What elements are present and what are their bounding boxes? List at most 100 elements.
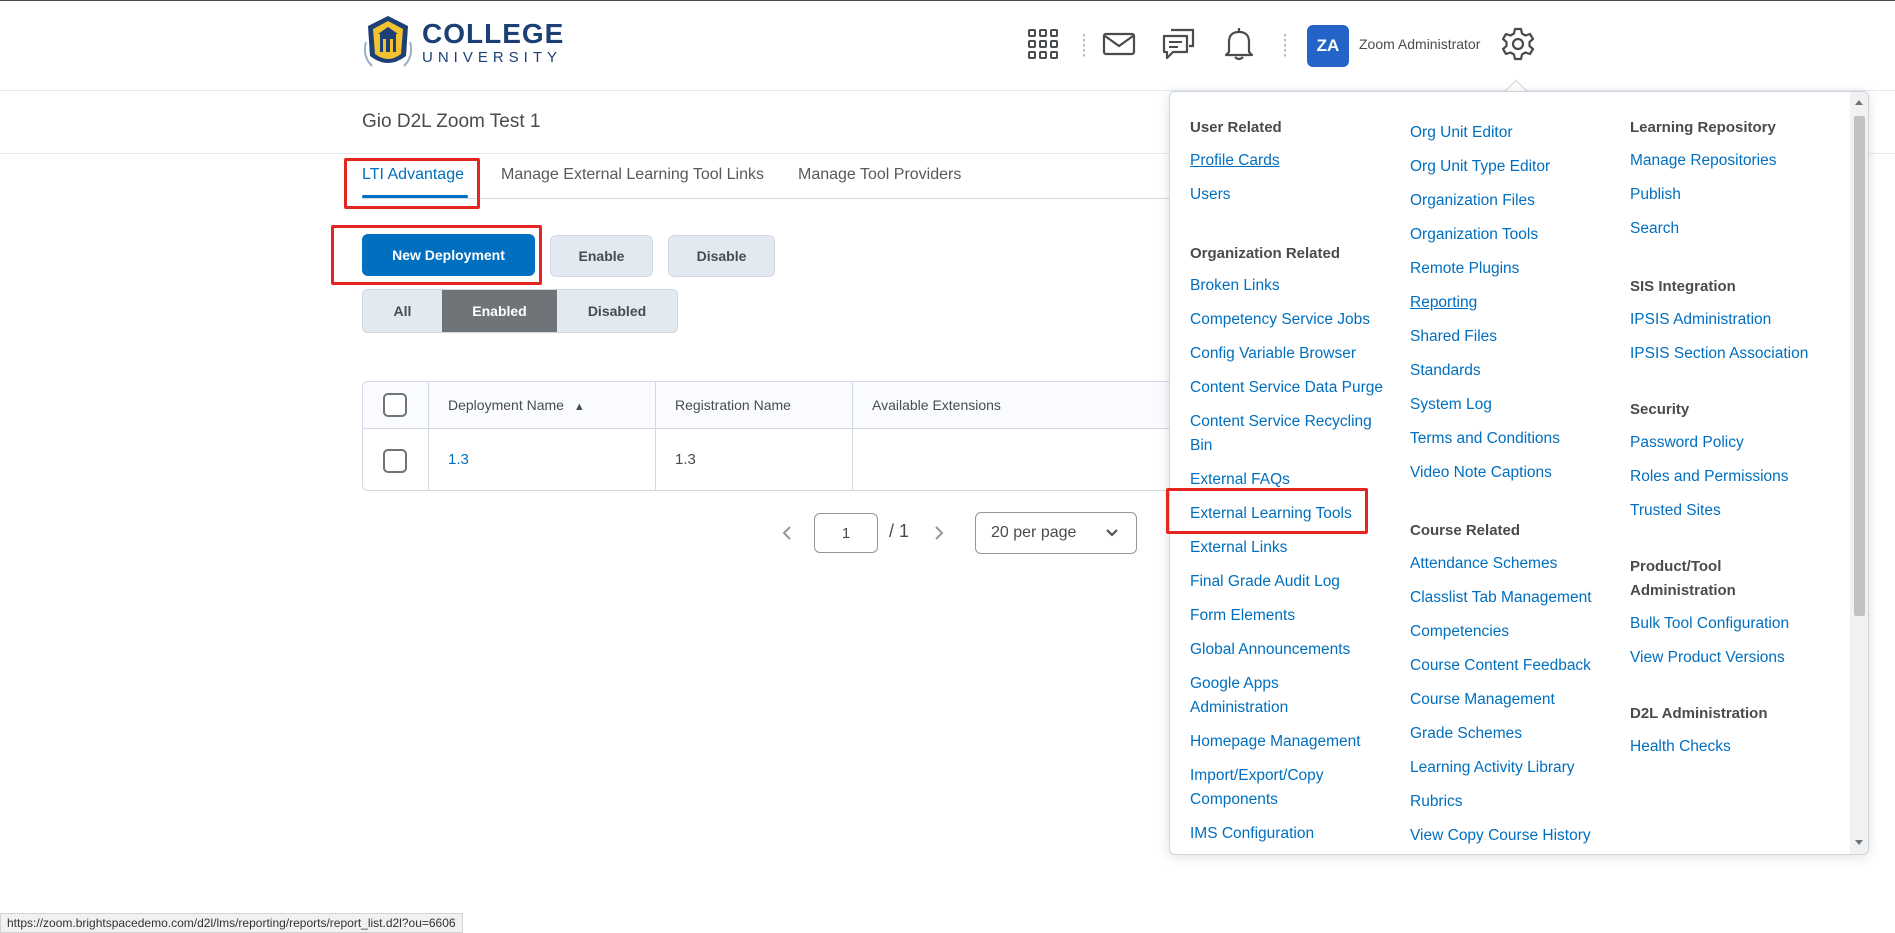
menu-item-publish[interactable]: Publish <box>1630 183 1830 207</box>
user-name[interactable]: Zoom Administrator <box>1359 36 1480 52</box>
filter-enabled[interactable]: Enabled <box>442 290 557 332</box>
sort-ascending-icon: ▲ <box>573 401 585 413</box>
column-header-label: Deployment Name <box>448 397 564 413</box>
menu-item-org-unit-type-editor[interactable]: Org Unit Type Editor <box>1410 155 1610 179</box>
column-separator <box>852 382 853 490</box>
previous-page-icon[interactable] <box>780 524 794 542</box>
menu-item-rubrics[interactable]: Rubrics <box>1410 790 1610 814</box>
menu-heading-sis-integration: SIS Integration <box>1630 278 1736 295</box>
menu-item-external-learning-tools[interactable]: External Learning Tools <box>1190 502 1390 526</box>
menu-item-external-faqs[interactable]: External FAQs <box>1190 468 1390 492</box>
menu-item-shared-files[interactable]: Shared Files <box>1410 325 1610 349</box>
menu-item-organization-tools[interactable]: Organization Tools <box>1410 223 1610 247</box>
menu-item-broken-links[interactable]: Broken Links <box>1190 274 1390 298</box>
deployment-name-link[interactable]: 1.3 <box>448 451 469 468</box>
college-logo[interactable]: COLLEGE UNIVERSITY <box>362 12 564 72</box>
enable-button[interactable]: Enable <box>550 235 653 277</box>
deployments-table: Deployment Name ▲ Registration Name Avai… <box>362 381 1182 491</box>
scroll-thumb[interactable] <box>1854 116 1865 616</box>
menu-item-ims-configuration[interactable]: IMS Configuration <box>1190 822 1390 846</box>
menu-item-remote-plugins[interactable]: Remote Plugins <box>1410 257 1610 281</box>
menu-item-manage-repositories[interactable]: Manage Repositories <box>1630 149 1830 173</box>
next-page-icon[interactable] <box>932 524 946 542</box>
menu-item-bulk-tool-configuration[interactable]: Bulk Tool Configuration <box>1630 612 1830 636</box>
gear-icon[interactable] <box>1500 26 1536 62</box>
menu-item-form-elements[interactable]: Form Elements <box>1190 604 1390 628</box>
menu-item-content-service-data-purge[interactable]: Content Service Data Purge <box>1190 376 1390 400</box>
menu-item-homepage-management[interactable]: Homepage Management <box>1190 730 1390 754</box>
new-deployment-button[interactable]: New Deployment <box>362 234 535 276</box>
menu-item-attendance-schemes[interactable]: Attendance Schemes <box>1410 552 1610 576</box>
admin-tools-dropdown: User Related Profile Cards Users Organiz… <box>1169 91 1869 855</box>
column-separator <box>655 382 656 490</box>
menu-item-global-announcements[interactable]: Global Announcements <box>1190 638 1390 662</box>
page-title: Gio D2L Zoom Test 1 <box>362 111 541 132</box>
menu-item-organization-files[interactable]: Organization Files <box>1410 189 1610 213</box>
menu-item-system-log[interactable]: System Log <box>1410 393 1610 417</box>
column-header-registration-name: Registration Name <box>675 397 791 413</box>
menu-item-video-note-captions[interactable]: Video Note Captions <box>1410 461 1610 485</box>
menu-item-view-product-versions[interactable]: View Product Versions <box>1630 646 1830 670</box>
browser-status-url: https://zoom.brightspacedemo.com/d2l/lms… <box>0 913 463 933</box>
dropdown-scrollbar[interactable] <box>1850 92 1868 854</box>
top-navbar: COLLEGE UNIVERSITY ZA Zoom Administrator <box>0 0 1895 91</box>
logo-line2: UNIVERSITY <box>422 48 563 66</box>
waffle-icon[interactable] <box>1025 26 1061 62</box>
logo-text: COLLEGE UNIVERSITY <box>422 19 564 66</box>
menu-item-config-variable-browser[interactable]: Config Variable Browser <box>1190 342 1390 366</box>
scroll-down-icon[interactable] <box>1855 840 1863 845</box>
menu-item-terms-and-conditions[interactable]: Terms and Conditions <box>1410 427 1610 451</box>
menu-item-trusted-sites[interactable]: Trusted Sites <box>1630 499 1830 523</box>
avatar[interactable]: ZA <box>1307 25 1349 67</box>
menu-item-health-checks[interactable]: Health Checks <box>1630 735 1830 759</box>
page-total: / 1 <box>889 521 910 541</box>
header-separator <box>1083 34 1085 58</box>
menu-item-users[interactable]: Users <box>1190 183 1390 207</box>
page-number-input[interactable] <box>814 513 878 553</box>
menu-item-final-grade-audit-log[interactable]: Final Grade Audit Log <box>1190 570 1390 594</box>
menu-heading-learning-repository: Learning Repository <box>1630 119 1776 136</box>
menu-item-reporting[interactable]: Reporting <box>1410 291 1610 315</box>
menu-item-password-policy[interactable]: Password Policy <box>1630 431 1830 455</box>
menu-item-course-content-feedback[interactable]: Course Content Feedback <box>1410 654 1610 678</box>
tab-lti-advantage[interactable]: LTI Advantage <box>362 166 464 184</box>
row-checkbox[interactable] <box>383 449 407 473</box>
mail-icon[interactable] <box>1101 26 1137 62</box>
per-page-select[interactable]: 20 per page <box>975 512 1137 554</box>
filter-disabled[interactable]: Disabled <box>557 290 677 332</box>
menu-item-learning-activity-library[interactable]: Learning Activity Library <box>1410 756 1610 780</box>
tab-manage-tool-providers[interactable]: Manage Tool Providers <box>798 166 961 184</box>
page-root: COLLEGE UNIVERSITY ZA Zoom Administrator… <box>0 0 1895 933</box>
menu-item-import-export-copy-components[interactable]: Import/Export/Copy Components <box>1190 764 1370 812</box>
menu-item-google-apps-administration[interactable]: Google Apps Administration <box>1190 672 1350 720</box>
column-header-deployment-name[interactable]: Deployment Name ▲ <box>448 397 585 413</box>
menu-item-competency-service-jobs[interactable]: Competency Service Jobs <box>1190 308 1390 332</box>
menu-heading-user-related: User Related <box>1190 119 1282 136</box>
menu-item-competencies[interactable]: Competencies <box>1410 620 1610 644</box>
menu-item-external-links[interactable]: External Links <box>1190 536 1390 560</box>
bell-icon[interactable] <box>1221 26 1257 62</box>
menu-item-course-management[interactable]: Course Management <box>1410 688 1610 712</box>
menu-item-classlist-tab-management[interactable]: Classlist Tab Management <box>1410 586 1610 610</box>
menu-item-standards[interactable]: Standards <box>1410 359 1610 383</box>
menu-item-ipsis-section-association[interactable]: IPSIS Section Association <box>1630 342 1830 366</box>
disable-button[interactable]: Disable <box>668 235 775 277</box>
per-page-value: 20 per page <box>991 524 1077 541</box>
active-tab-indicator <box>362 195 468 198</box>
tab-manage-external-learning-tool-links[interactable]: Manage External Learning Tool Links <box>501 166 764 184</box>
select-all-checkbox[interactable] <box>383 393 407 417</box>
menu-heading-d2l-administration: D2L Administration <box>1630 705 1768 722</box>
menu-item-ipsis-administration[interactable]: IPSIS Administration <box>1630 308 1830 332</box>
menu-item-org-unit-editor[interactable]: Org Unit Editor <box>1410 121 1610 145</box>
menu-item-search[interactable]: Search <box>1630 217 1830 241</box>
filter-all[interactable]: All <box>363 290 442 332</box>
menu-item-content-service-recycling-bin[interactable]: Content Service Recycling Bin <box>1190 410 1390 458</box>
scroll-up-icon[interactable] <box>1855 100 1863 105</box>
menu-item-view-copy-course-history[interactable]: View Copy Course History <box>1410 824 1610 848</box>
chat-icon[interactable] <box>1161 26 1197 62</box>
column-separator <box>428 382 429 490</box>
menu-item-profile-cards[interactable]: Profile Cards <box>1190 149 1390 173</box>
menu-item-grade-schemes[interactable]: Grade Schemes <box>1410 722 1610 746</box>
status-filter: All Enabled Disabled <box>362 289 678 333</box>
menu-item-roles-and-permissions[interactable]: Roles and Permissions <box>1630 465 1830 489</box>
